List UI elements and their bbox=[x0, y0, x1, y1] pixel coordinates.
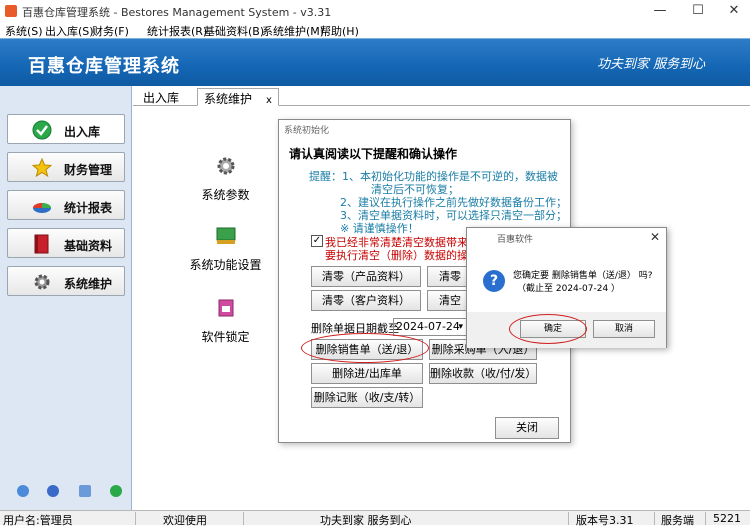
question-icon: ? bbox=[483, 270, 505, 292]
sidebar-item-reports[interactable]: 统计报表 bbox=[7, 190, 125, 220]
status-welcome: 欢迎使用 bbox=[163, 514, 207, 527]
info-icon[interactable] bbox=[47, 485, 59, 497]
feature-label: 系统功能设置 bbox=[189, 258, 262, 272]
window-title: 百惠仓库管理系统 - Bestores Management System - … bbox=[22, 6, 332, 19]
menu-inout[interactable]: 出入库(S) bbox=[45, 23, 94, 39]
refresh-icon[interactable] bbox=[110, 485, 122, 497]
clock-icon[interactable] bbox=[17, 485, 29, 497]
sidebar-item-basic-data[interactable]: 基础资料 bbox=[7, 228, 125, 258]
menu-finance[interactable]: 财务(F) bbox=[92, 23, 129, 39]
confirm-sub: （截止至 2024-07-24 ） bbox=[517, 284, 621, 294]
menu-bar: 系统(S) 出入库(S) 财务(F) 统计报表(R) 基础资料(B) 系统维护(… bbox=[0, 22, 750, 38]
close-icon[interactable]: ✕ bbox=[650, 230, 660, 244]
status-number: 5221 bbox=[713, 512, 741, 525]
header-banner: 百惠仓库管理系统 功夫到家 服务到心 bbox=[0, 38, 750, 86]
status-separator bbox=[654, 512, 655, 525]
feature-system-params[interactable]: 系统参数 bbox=[188, 155, 263, 203]
sidebar-item-label: 系统维护 bbox=[64, 277, 113, 291]
feature-function-settings[interactable]: 系统功能设置 bbox=[178, 225, 273, 273]
highlight-circle bbox=[301, 333, 429, 363]
delete-receipts-button[interactable]: 删除收款（收/付/发） bbox=[429, 363, 537, 384]
menu-help[interactable]: 帮助(H) bbox=[320, 23, 359, 39]
settings-panel-icon bbox=[216, 227, 235, 244]
sidebar-item-label: 基础资料 bbox=[64, 239, 113, 253]
close-dialog-button[interactable]: 关闭 bbox=[495, 417, 559, 439]
date-value: 2024-07-24 bbox=[396, 320, 460, 333]
confirm-checkbox[interactable]: ✓ bbox=[311, 235, 323, 247]
slogan: 功夫到家 服务到心 bbox=[597, 57, 706, 72]
menu-reports[interactable]: 统计报表(R) bbox=[147, 23, 207, 39]
sidebar-item-maintenance[interactable]: 系统维护 bbox=[7, 266, 125, 296]
cancel-button[interactable]: 取消 bbox=[593, 320, 655, 338]
dialog-title: 系统初始化 bbox=[284, 126, 330, 136]
sidebar-item-inout[interactable]: 出入库 bbox=[7, 114, 125, 144]
sidebar-item-label: 统计报表 bbox=[64, 201, 113, 215]
tab-inout[interactable]: 出入库 bbox=[137, 88, 185, 106]
menu-maintenance[interactable]: 系统维护(M) bbox=[262, 23, 324, 39]
tab-label: 出入库 bbox=[143, 91, 180, 105]
pie-chart-icon bbox=[33, 203, 51, 213]
sidebar-item-label: 出入库 bbox=[64, 125, 101, 139]
status-separator bbox=[568, 512, 569, 525]
confirm-message: 您确定要 删除销售单（送/退） 吗? bbox=[513, 271, 653, 281]
status-separator bbox=[705, 512, 706, 525]
warn-line: 要执行清空（删除）数据的操作 bbox=[325, 249, 479, 262]
feature-label: 系统参数 bbox=[201, 188, 250, 202]
check-icon bbox=[32, 120, 52, 140]
book-icon bbox=[34, 234, 49, 254]
app-icon bbox=[5, 5, 17, 17]
status-bar: 用户名:管理员 欢迎使用 功夫到家 服务到心 版本号3.31 服务端 5221 bbox=[0, 510, 750, 527]
tab-bar: 出入库 系统维护 x bbox=[133, 86, 750, 106]
tab-maintenance[interactable]: 系统维护 x bbox=[197, 88, 279, 106]
clear-products-button[interactable]: 清零（产品资料） bbox=[311, 266, 421, 287]
gear-icon bbox=[34, 274, 50, 290]
sidebar: 出入库 财务管理 统计报表 基础资料 系统维护 bbox=[0, 86, 132, 512]
status-version: 版本号3.31 bbox=[576, 514, 634, 527]
minimize-button[interactable]: — bbox=[642, 0, 678, 22]
tab-close-icon[interactable]: x bbox=[266, 95, 272, 106]
status-slogan: 功夫到家 服务到心 bbox=[320, 514, 412, 527]
title-bar: 百惠仓库管理系统 - Bestores Management System - … bbox=[0, 0, 750, 22]
confirm-title: 百惠软件 bbox=[497, 235, 534, 245]
monitor-icon[interactable] bbox=[79, 485, 91, 497]
tab-label: 系统维护 bbox=[204, 92, 253, 106]
clear-customers-button[interactable]: 清零（客户资料） bbox=[311, 290, 421, 311]
menu-basic-data[interactable]: 基础资料(B) bbox=[204, 23, 264, 39]
status-server: 服务端 bbox=[661, 514, 694, 527]
star-icon bbox=[32, 158, 52, 178]
delete-inout-button[interactable]: 删除进/出库单 bbox=[311, 363, 423, 384]
maximize-button[interactable]: ☐ bbox=[680, 0, 716, 22]
status-separator bbox=[243, 512, 244, 525]
menu-system[interactable]: 系统(S) bbox=[5, 23, 43, 39]
sidebar-item-finance[interactable]: 财务管理 bbox=[7, 152, 125, 182]
gears-icon bbox=[217, 157, 234, 175]
close-button[interactable]: ✕ bbox=[716, 0, 750, 22]
status-user: 用户名:管理员 bbox=[3, 514, 73, 527]
feature-software-lock[interactable]: 软件锁定 bbox=[188, 297, 263, 345]
feature-label: 软件锁定 bbox=[201, 330, 250, 344]
status-separator bbox=[135, 512, 136, 525]
confirm-dialog: 百惠软件 ✕ ? 您确定要 删除销售单（送/退） 吗? （截止至 2024-07… bbox=[466, 227, 667, 348]
delete-accounts-button[interactable]: 删除记账（收/支/转） bbox=[311, 387, 423, 408]
app-name: 百惠仓库管理系统 bbox=[28, 56, 180, 77]
highlight-circle bbox=[509, 314, 587, 344]
date-select[interactable]: 2024-07-24 ▾ bbox=[393, 318, 467, 336]
lock-icon bbox=[218, 299, 233, 317]
dialog-heading: 请认真阅读以下提醒和确认操作 bbox=[289, 147, 458, 161]
sidebar-item-label: 财务管理 bbox=[64, 163, 113, 177]
chevron-down-icon: ▾ bbox=[458, 322, 463, 332]
